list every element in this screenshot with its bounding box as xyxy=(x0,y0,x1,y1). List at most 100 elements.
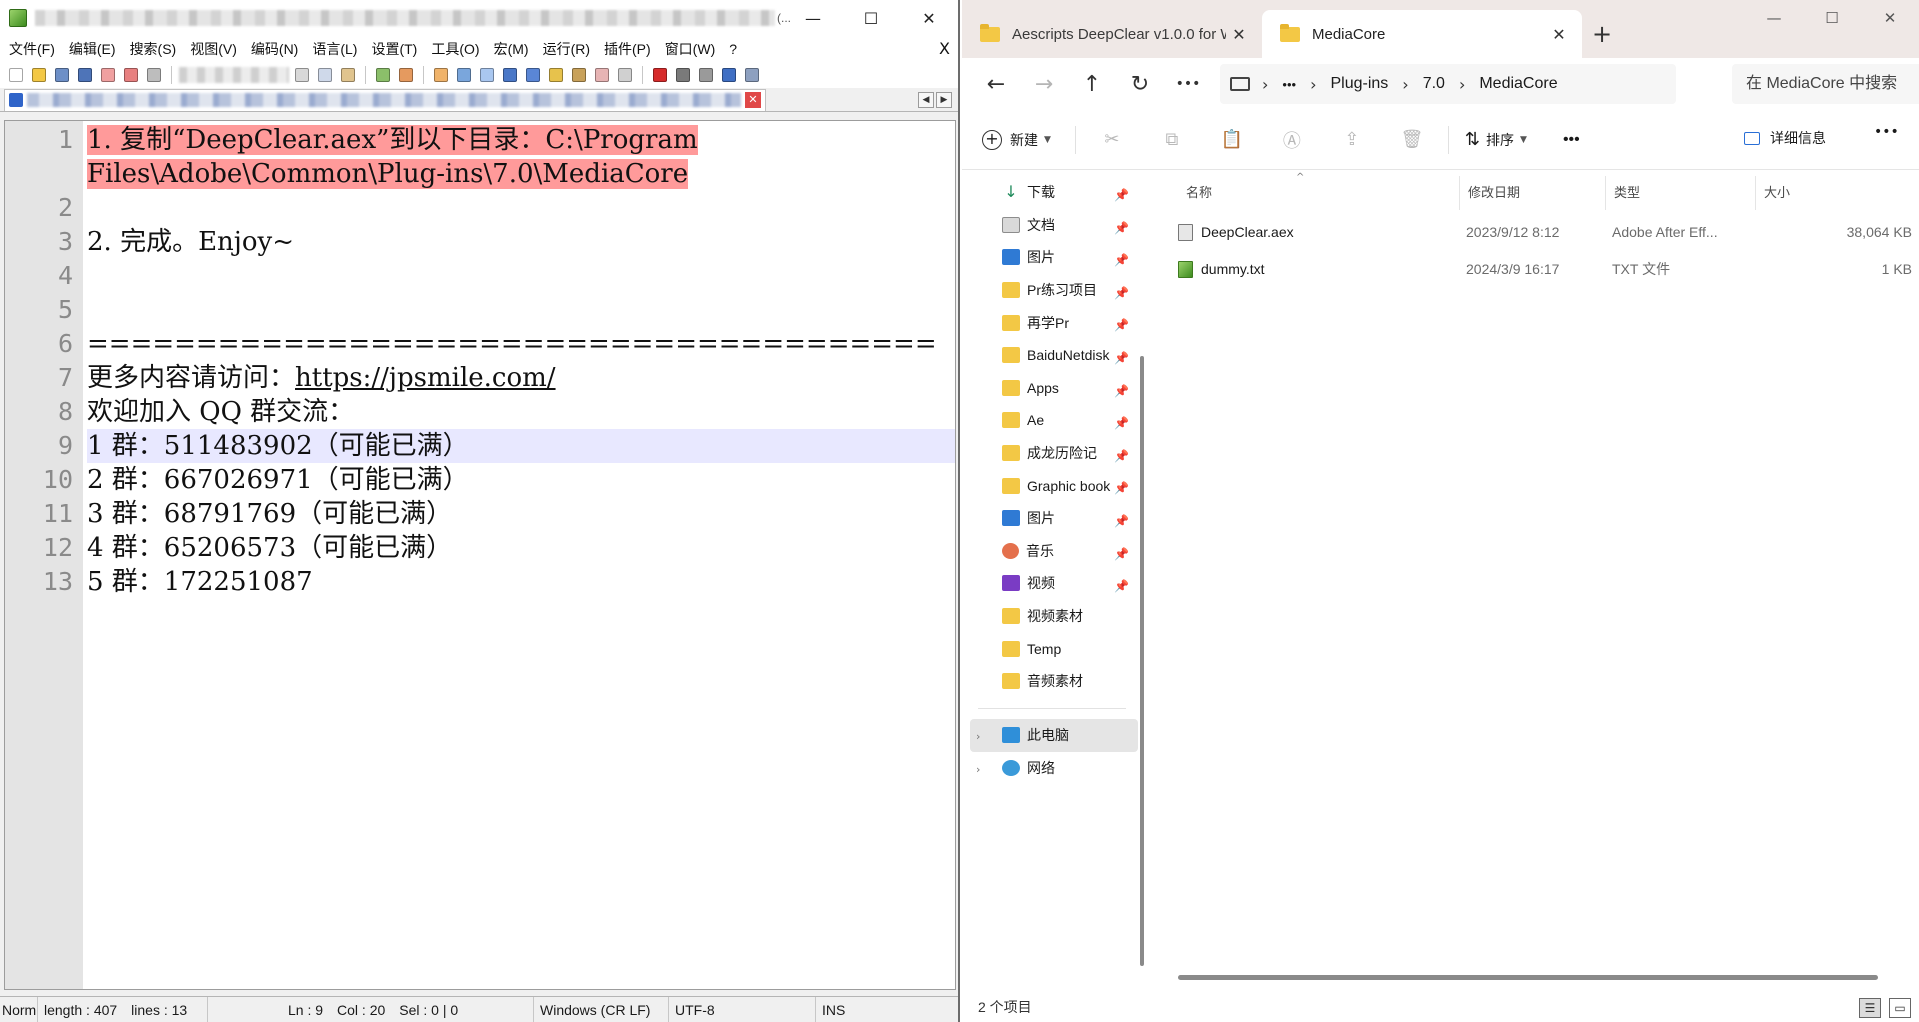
folder-workspace-icon[interactable] xyxy=(592,65,612,85)
editor-content[interactable]: 1. 复制“DeepClear.aex”到以下目录：C:\Program File… xyxy=(83,121,955,989)
editor-line[interactable]: Files\Adobe\Common\Plug-ins\7.0\MediaCor… xyxy=(87,157,955,191)
nav-item[interactable]: 音频素材 xyxy=(962,665,1142,698)
nav-item[interactable]: Apps 📌 xyxy=(962,372,1142,405)
delete-icon[interactable]: 🗑 xyxy=(1382,120,1442,160)
tab-close-icon[interactable]: ✕ xyxy=(745,92,761,108)
nav-item[interactable]: 图片 📌 xyxy=(962,502,1142,535)
back-button[interactable]: ← xyxy=(972,64,1020,104)
nav-more-button[interactable]: ••• xyxy=(1164,64,1212,104)
close-document-button[interactable]: X xyxy=(939,39,950,58)
explorer-minimize-button[interactable]: — xyxy=(1745,0,1803,36)
open-file-icon[interactable] xyxy=(29,65,49,85)
column-name[interactable]: 名称 xyxy=(1178,176,1460,210)
search-input[interactable]: 在 MediaCore 中搜索 xyxy=(1732,64,1919,104)
copy-icon[interactable]: ⧉ xyxy=(1142,120,1202,160)
file-name[interactable]: dummy.txt xyxy=(1178,251,1265,288)
find-icon[interactable] xyxy=(373,65,393,85)
menu-macro[interactable]: 宏(M) xyxy=(489,39,538,59)
cut-icon[interactable]: ✂ xyxy=(1082,120,1142,160)
npp-minimize-button[interactable]: — xyxy=(784,0,842,36)
print-icon[interactable] xyxy=(144,65,164,85)
editor-line[interactable]: 1. 复制“DeepClear.aex”到以下目录：C:\Program xyxy=(87,123,955,157)
replace-icon[interactable] xyxy=(396,65,416,85)
editor-line[interactable] xyxy=(87,191,955,225)
nav-item[interactable]: 音乐 📌 xyxy=(962,535,1142,568)
see-more-button[interactable]: ••• xyxy=(1874,124,1899,140)
editor-line[interactable]: 3 群：68791769（可能已满） xyxy=(87,497,955,531)
nav-item[interactable]: 图片 📌 xyxy=(962,241,1142,274)
nav-item[interactable]: 文档 📌 xyxy=(962,209,1142,242)
breadcrumb-more[interactable]: ••• xyxy=(1282,77,1296,92)
editor-line[interactable]: 2 群：667026971（可能已满） xyxy=(87,463,955,497)
close-file-icon[interactable] xyxy=(98,65,118,85)
function-list-icon[interactable] xyxy=(569,65,589,85)
nav-item[interactable]: 成龙历险记 📌 xyxy=(962,437,1142,470)
nav-item[interactable]: Pr练习项目 📌 xyxy=(962,274,1142,307)
breadcrumb-7-0[interactable]: 7.0 xyxy=(1423,75,1445,93)
tab-close-icon[interactable]: ✕ xyxy=(1226,25,1252,44)
editor-line[interactable]: ======================================= xyxy=(87,327,955,361)
new-file-icon[interactable] xyxy=(6,65,26,85)
menu-tools[interactable]: 工具(O) xyxy=(426,39,488,59)
chevron-right-icon[interactable]: › xyxy=(976,763,980,776)
refresh-button[interactable]: ↻ xyxy=(1116,64,1164,104)
record-macro-icon[interactable] xyxy=(650,65,670,85)
save-macro-icon[interactable] xyxy=(742,65,762,85)
show-symbols-icon[interactable] xyxy=(500,65,520,85)
nav-item[interactable]: Temp xyxy=(962,632,1142,665)
menu-settings[interactable]: 设置(T) xyxy=(366,39,426,59)
editor-line[interactable]: 4 群：65206573（可能已满） xyxy=(87,531,955,565)
menu-encoding[interactable]: 编码(N) xyxy=(246,39,307,59)
indent-guide-icon[interactable] xyxy=(523,65,543,85)
address-bar[interactable]: › ••• › Plug-ins › 7.0 › MediaCore xyxy=(1220,64,1676,104)
new-tab-button[interactable]: + xyxy=(1582,10,1622,58)
share-icon[interactable]: ⇪ xyxy=(1322,120,1382,160)
paste-icon[interactable]: 📋 xyxy=(1202,120,1262,160)
npp-maximize-button[interactable]: ☐ xyxy=(842,0,900,36)
menu-run[interactable]: 运行(R) xyxy=(538,39,599,59)
tab-close-icon[interactable]: ✕ xyxy=(1546,25,1572,44)
editor-line[interactable]: 1 群：511483902（可能已满） xyxy=(87,429,955,463)
save-all-icon[interactable] xyxy=(75,65,95,85)
editor-line[interactable] xyxy=(87,259,955,293)
file-row[interactable]: DeepClear.aex 2023/9/12 8:12 Adobe After E… xyxy=(1158,214,1918,251)
editor-line[interactable]: 欢迎加入 QQ 群交流： xyxy=(87,395,955,429)
run-macro-multiple-icon[interactable] xyxy=(719,65,739,85)
column-size[interactable]: 大小 xyxy=(1756,176,1916,210)
explorer-close-button[interactable]: ✕ xyxy=(1861,0,1919,36)
horizontal-scrollbar[interactable] xyxy=(1178,975,1878,980)
menu-edit[interactable]: 编辑(E) xyxy=(64,39,125,59)
tab-scroll-left-icon[interactable]: ◀ xyxy=(918,92,934,108)
explorer-tab-mediacore[interactable]: MediaCore ✕ xyxy=(1262,10,1582,58)
details-view-icon[interactable]: ☰ xyxy=(1859,998,1881,1018)
document-tab[interactable]: ✕ xyxy=(4,88,766,111)
nav-item[interactable]: › 此电脑 xyxy=(970,718,1138,752)
nav-item[interactable]: › 网络 xyxy=(962,752,1142,785)
doc-map-icon[interactable] xyxy=(546,65,566,85)
breadcrumb-plugins[interactable]: Plug-ins xyxy=(1330,75,1388,93)
navigation-scrollbar[interactable] xyxy=(1140,356,1144,966)
menu-window[interactable]: 窗口(W) xyxy=(660,39,725,59)
zoom-out-icon[interactable] xyxy=(454,65,474,85)
menu-search[interactable]: 搜索(S) xyxy=(125,39,186,59)
editor-line[interactable] xyxy=(87,293,955,327)
text-editor[interactable]: 1 2 3 4 5 6 7 8 9 10 11 12 13 1. 复制“DeepClear.aex”到以… xyxy=(4,120,956,990)
nav-item[interactable]: 视频 📌 xyxy=(962,567,1142,600)
monitor-icon[interactable] xyxy=(615,65,635,85)
menu-view[interactable]: 视图(V) xyxy=(185,39,246,59)
paste-icon[interactable] xyxy=(338,65,358,85)
tab-scroll-right-icon[interactable]: ▶ xyxy=(936,92,952,108)
copy-icon[interactable] xyxy=(315,65,335,85)
file-row[interactable]: dummy.txt 2024/3/9 16:17 TXT 文件 1 KB xyxy=(1158,251,1918,288)
chevron-right-icon[interactable]: › xyxy=(976,730,980,743)
cmd-more-button[interactable]: ••• xyxy=(1563,131,1580,149)
save-icon[interactable] xyxy=(52,65,72,85)
column-date-modified[interactable]: 修改日期 xyxy=(1460,176,1606,210)
word-wrap-icon[interactable] xyxy=(477,65,497,85)
forward-button[interactable]: → xyxy=(1020,64,1068,104)
menu-file[interactable]: 文件(F) xyxy=(4,39,64,59)
breadcrumb-mediacore[interactable]: MediaCore xyxy=(1479,75,1557,93)
nav-item[interactable]: Ae 📌 xyxy=(962,404,1142,437)
up-button[interactable]: ↑ xyxy=(1068,64,1116,104)
explorer-maximize-button[interactable]: ☐ xyxy=(1803,0,1861,36)
